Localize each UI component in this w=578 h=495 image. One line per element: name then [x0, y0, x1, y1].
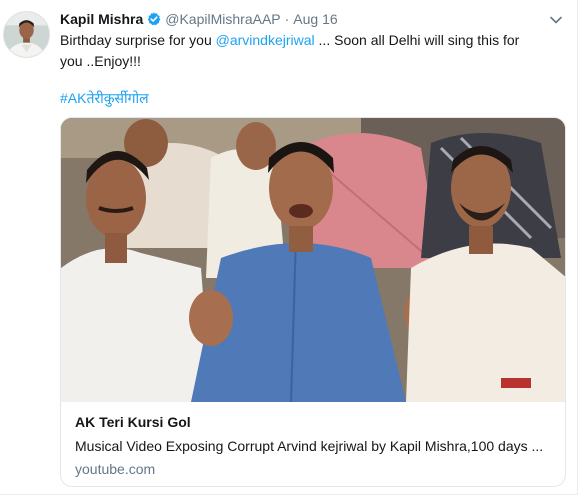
header-separator: ·	[284, 11, 290, 27]
hashtag-link[interactable]: #AKतेरीकुर्सीगोल	[60, 88, 149, 108]
card-description: Musical Video Exposing Corrupt Arvind ke…	[75, 438, 544, 454]
link-card[interactable]: AK Teri Kursi Gol Musical Video Exposing…	[60, 117, 566, 487]
card-domain: youtube.com	[75, 461, 156, 477]
tweet-text: Birthday surprise for you @arvindkejriwa…	[60, 30, 540, 72]
tweet-header: Kapil Mishra @KapilMishraAAP · Aug 16	[60, 10, 338, 28]
verified-badge-icon	[147, 12, 161, 26]
display-name[interactable]: Kapil Mishra	[60, 11, 143, 27]
chevron-down-icon[interactable]	[549, 13, 563, 25]
avatar[interactable]	[3, 11, 50, 58]
tweet-text-start: Birthday surprise for you	[60, 32, 216, 48]
user-handle[interactable]: @KapilMishraAAP	[165, 11, 280, 27]
card-body: AK Teri Kursi Gol Musical Video Exposing…	[75, 412, 555, 479]
card-image[interactable]	[61, 118, 565, 402]
tweet-timestamp[interactable]: Aug 16	[293, 11, 337, 27]
card-title: AK Teri Kursi Gol	[75, 414, 191, 430]
mention-link[interactable]: @arvindkejriwal	[216, 32, 315, 48]
